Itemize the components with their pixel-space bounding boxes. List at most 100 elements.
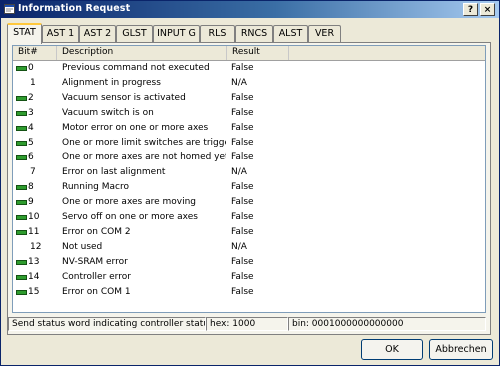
bit-description: Not used bbox=[62, 241, 103, 252]
table-row[interactable]: 9 One or more axes are moving False bbox=[13, 195, 485, 210]
tab-rls[interactable]: RLS bbox=[200, 25, 235, 42]
led-indicator-icon bbox=[16, 66, 27, 71]
bit-result: False bbox=[231, 152, 254, 163]
bit-number: 5 bbox=[28, 137, 34, 148]
bit-result: False bbox=[231, 197, 254, 208]
tab-ast-1[interactable]: AST 1 bbox=[42, 25, 79, 42]
bit-description: Servo off on one or more axes bbox=[62, 212, 198, 222]
led-indicator-icon bbox=[16, 289, 27, 295]
bit-description: Previous command not executed bbox=[62, 63, 210, 73]
bit-description: NV-SRAM error bbox=[62, 256, 128, 267]
table-row[interactable]: 3 Vacuum switch is on False bbox=[13, 106, 485, 121]
led-indicator-icon bbox=[16, 110, 27, 116]
led-indicator-icon bbox=[16, 155, 27, 161]
table-row[interactable]: 14 Controller error False bbox=[13, 270, 485, 285]
bit-description: Vacuum sensor is activated bbox=[62, 92, 186, 103]
list-header: Bit# Description Result bbox=[13, 46, 485, 61]
table-row[interactable]: 0 Previous command not executed False bbox=[13, 61, 485, 76]
tab-alst[interactable]: ALST bbox=[273, 25, 308, 42]
table-row[interactable]: 2 Vacuum sensor is activated False bbox=[13, 91, 485, 106]
bit-description: Motor error on one or more axes bbox=[62, 122, 209, 133]
bit-number: 1 bbox=[30, 77, 36, 88]
led-indicator-icon bbox=[16, 215, 27, 220]
led-indicator-icon bbox=[16, 200, 27, 206]
table-row[interactable]: 4 Motor error on one or more axes False bbox=[13, 121, 485, 136]
table-row[interactable]: 13 NV-SRAM error False bbox=[13, 255, 485, 270]
bit-description: One or more axes are moving bbox=[62, 197, 197, 208]
led-indicator-icon bbox=[16, 185, 27, 191]
tab-input-g[interactable]: INPUT G bbox=[153, 25, 200, 42]
bit-number: 9 bbox=[28, 197, 34, 208]
column-header-bit[interactable]: Bit# bbox=[13, 46, 57, 60]
led-indicator-icon bbox=[16, 229, 27, 235]
table-row[interactable]: 15 Error on COM 1 False bbox=[13, 285, 485, 300]
table-row[interactable]: 11 Error on COM 2 False bbox=[13, 225, 485, 240]
tab-ast-2[interactable]: AST 2 bbox=[79, 25, 116, 42]
table-row[interactable]: 12 Not used N/A bbox=[13, 240, 485, 255]
bit-description: Error on COM 1 bbox=[62, 286, 131, 297]
bit-number: 6 bbox=[28, 152, 34, 163]
bit-result: False bbox=[231, 226, 254, 237]
bit-number: 2 bbox=[28, 92, 34, 103]
status-hex: hex: 1000 bbox=[206, 317, 288, 331]
bit-number: 3 bbox=[28, 107, 34, 118]
bit-result: N/A bbox=[231, 167, 247, 178]
column-header-description[interactable]: Description bbox=[57, 46, 227, 60]
table-row[interactable]: 6 One or more axes are not homed yet False bbox=[13, 150, 485, 165]
bit-description: Vacuum switch is on bbox=[62, 107, 154, 118]
led-indicator-icon bbox=[16, 140, 27, 146]
tab-stat[interactable]: STAT bbox=[7, 23, 42, 44]
table-row[interactable]: 10 Servo off on one or more axes False bbox=[13, 210, 485, 225]
status-bin: bin: 0001000000000000 bbox=[288, 317, 486, 331]
bit-number: 12 bbox=[30, 241, 42, 252]
column-header-result[interactable]: Result bbox=[227, 46, 289, 60]
table-row[interactable]: 1 Alignment in progress N/A bbox=[13, 76, 485, 91]
bit-result: False bbox=[231, 286, 254, 297]
tab-glst[interactable]: GLST bbox=[116, 25, 153, 42]
tab-panel-stat: Bit# Description Result 0 Previous comman… bbox=[7, 42, 491, 335]
bit-number: 8 bbox=[28, 182, 34, 193]
help-button[interactable]: ? bbox=[463, 3, 478, 16]
bit-description: Error on COM 2 bbox=[62, 226, 131, 237]
information-request-dialog: Information Request ? × STAT AST 1 AST 2 GL… bbox=[0, 0, 500, 366]
ok-button[interactable]: OK bbox=[361, 339, 423, 360]
status-bit-list[interactable]: Bit# Description Result 0 Previous comman… bbox=[12, 45, 486, 313]
bit-result: False bbox=[231, 212, 254, 222]
bit-result: False bbox=[231, 122, 254, 133]
table-row[interactable]: 5 One or more limit switches are trigge..… bbox=[13, 136, 485, 151]
led-indicator-icon bbox=[16, 95, 27, 101]
bit-result: False bbox=[231, 107, 254, 118]
bit-description: Alignment in progress bbox=[62, 77, 161, 88]
bit-description: One or more limit switches are trigge... bbox=[62, 137, 226, 148]
cancel-button[interactable]: Abbrechen bbox=[429, 339, 493, 360]
bit-number: 7 bbox=[30, 167, 36, 178]
bit-result: False bbox=[231, 63, 254, 73]
bit-result: N/A bbox=[231, 77, 247, 88]
table-row[interactable]: 8 Running Macro False bbox=[13, 180, 485, 195]
bit-result: False bbox=[231, 271, 254, 282]
bit-result: False bbox=[231, 256, 254, 267]
bit-number: 0 bbox=[28, 63, 34, 73]
led-indicator-icon bbox=[16, 259, 27, 265]
bit-number: 15 bbox=[28, 286, 40, 297]
close-button[interactable]: × bbox=[480, 3, 495, 16]
bit-number: 14 bbox=[28, 271, 40, 282]
bit-description: Error on last alignment bbox=[62, 167, 166, 178]
bit-result: False bbox=[231, 137, 254, 148]
led-indicator-icon bbox=[16, 274, 27, 280]
tab-rncs[interactable]: RNCS bbox=[235, 25, 273, 42]
title-bar[interactable]: Information Request ? × bbox=[1, 1, 499, 18]
bit-number: 10 bbox=[28, 212, 40, 222]
tab-ver[interactable]: VER bbox=[308, 25, 341, 42]
bit-number: 4 bbox=[28, 122, 34, 133]
bit-result: False bbox=[231, 182, 254, 193]
bit-result: False bbox=[231, 92, 254, 103]
bit-description: One or more axes are not homed yet bbox=[62, 152, 226, 163]
bit-number: 13 bbox=[28, 256, 40, 267]
bit-description: Controller error bbox=[62, 271, 131, 282]
led-indicator-icon bbox=[16, 125, 27, 131]
bit-result: N/A bbox=[231, 241, 247, 252]
table-row[interactable]: 7 Error on last alignment N/A bbox=[13, 165, 485, 180]
bit-number: 11 bbox=[28, 226, 40, 237]
status-message: Send status word indicating controller s… bbox=[8, 317, 206, 331]
